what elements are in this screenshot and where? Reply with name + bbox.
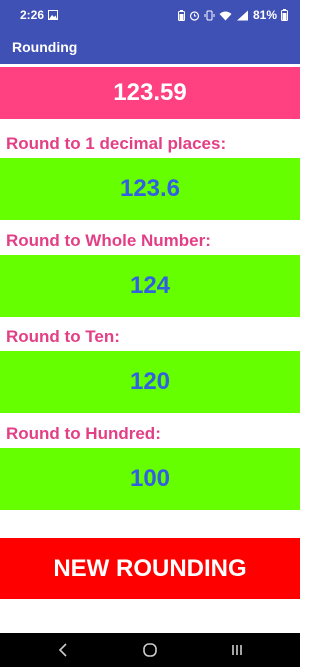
label-whole-number: Round to Whole Number: [6,231,211,250]
vibrate-icon [204,10,215,21]
label-ten: Round to Ten: [6,327,120,346]
result-whole-number-value: 124 [129,272,171,299]
result-ten: 120 [0,351,300,413]
label-one-decimal: Round to 1 decimal places: [6,134,227,153]
result-one-decimal-value: 123.6 [119,175,181,202]
battery-icon [281,9,288,21]
signal-icon [236,10,249,21]
image-icon [48,10,59,20]
recents-icon[interactable] [217,635,257,665]
home-icon[interactable] [130,635,170,665]
result-hundred: 100 [0,448,300,510]
status-right: 81% [177,8,288,22]
status-bar: 2:26 81% [0,0,300,30]
status-time: 2:26 [20,8,45,22]
navigation-bar [0,633,300,667]
result-whole-number: 124 [0,255,300,317]
result-one-decimal: 123.6 [0,158,300,220]
result-ten-value: 120 [129,368,171,395]
new-rounding-button[interactable]: NEW ROUNDING [0,538,300,599]
status-left: 2:26 [20,8,59,22]
back-icon[interactable] [43,635,83,665]
alarm-icon [189,10,200,21]
source-number: 123.59 [0,67,300,119]
label-hundred: Round to Hundred: [6,424,161,443]
source-number-value: 123.59 [113,79,187,106]
result-hundred-value: 100 [129,465,171,492]
wifi-icon [219,10,232,21]
app-title: Rounding [12,39,78,55]
battery-percent: 81% [252,8,277,22]
battery-saver-icon [177,9,185,21]
app-bar: Rounding [0,30,300,64]
